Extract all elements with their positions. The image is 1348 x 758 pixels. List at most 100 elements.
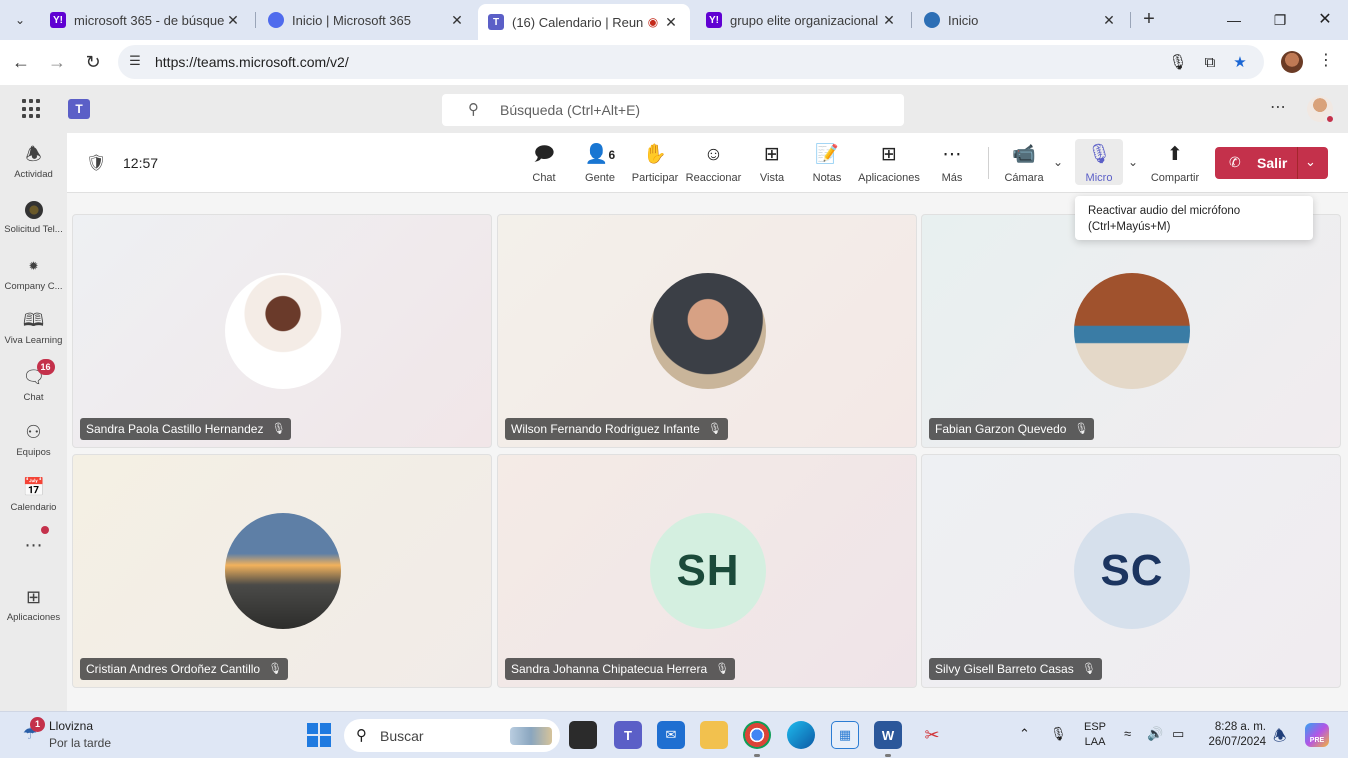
reload-icon[interactable]: ↻: [81, 50, 105, 74]
outlook-calendar-icon[interactable]: ▦: [831, 721, 859, 749]
omnibox[interactable]: ☰ https://teams.microsoft.com/v2/ 🎙 ⧉ ★: [118, 45, 1264, 79]
input-language-indicator[interactable]: ESP LAA: [1084, 720, 1106, 750]
chat-button[interactable]: 🗩 Chat: [516, 143, 572, 184]
task-view-icon[interactable]: [569, 721, 597, 749]
browser-tab-5[interactable]: Inicio ✕: [914, 4, 1128, 36]
word-icon[interactable]: W: [874, 721, 902, 749]
close-window-icon[interactable]: ✕: [1313, 8, 1337, 32]
raise-hand-button[interactable]: ✋ Participar: [627, 143, 683, 184]
battery-icon[interactable]: ▭: [1172, 726, 1184, 742]
file-explorer-icon[interactable]: [700, 721, 728, 749]
mic-muted-icon: 🎙: [268, 663, 283, 675]
forward-icon[interactable]: →: [45, 50, 69, 74]
mail-icon[interactable]: ✉: [657, 721, 685, 749]
view-button[interactable]: ⊞ Vista: [744, 143, 800, 184]
rail-more-apps[interactable]: ⋯: [0, 534, 67, 556]
windows-taskbar: ☂ 1 Llovizna Por la tarde ⚲ Buscar T ✉ ▦…: [0, 711, 1348, 758]
participant-tile[interactable]: SH Sandra Johanna Chipatecua Herrera 🎙: [497, 454, 917, 688]
rail-item-teams[interactable]: ⚇ Equipos: [0, 421, 67, 458]
browser-menu-icon[interactable]: ⋮: [1316, 50, 1336, 74]
busy-status-icon: [1325, 114, 1335, 124]
profile-avatar[interactable]: [1281, 51, 1303, 73]
ellipsis-icon: ⋯: [942, 144, 962, 165]
more-options-icon[interactable]: ⋯: [1270, 97, 1286, 117]
notifications-bell-icon[interactable]: 🕭: [1273, 726, 1286, 751]
grid-view-icon: ⊞: [764, 144, 780, 165]
tab-close-icon[interactable]: ✕: [448, 12, 466, 29]
windows-start-icon[interactable]: [307, 723, 331, 747]
tab-close-icon[interactable]: ✕: [880, 12, 898, 29]
weather-title[interactable]: Llovizna: [49, 719, 93, 733]
user-avatar[interactable]: [1307, 96, 1335, 124]
rail-item-viva-learning[interactable]: 🕮 Viva Learning: [0, 309, 67, 346]
tab-close-icon[interactable]: ✕: [662, 14, 680, 31]
rail-item-activity[interactable]: 🕭 Actividad: [0, 143, 67, 180]
restore-icon[interactable]: ❐: [1268, 8, 1292, 32]
url-text[interactable]: https://teams.microsoft.com/v2/: [155, 54, 349, 70]
notes-icon: 📝: [815, 144, 839, 165]
show-hidden-icons-chevron[interactable]: ⌃: [1019, 726, 1030, 742]
more-apps-icon: ⋯: [24, 535, 43, 555]
teams-taskbar-icon[interactable]: T: [614, 721, 642, 749]
minimize-icon[interactable]: —: [1222, 8, 1246, 32]
teams-header: T ⚲ Búsqueda (Ctrl+Alt+E) ⋯: [0, 85, 1348, 133]
weather-subtitle[interactable]: Por la tarde: [49, 736, 111, 750]
volume-icon[interactable]: 🔊: [1147, 726, 1163, 742]
bell-icon: 🕭: [25, 144, 42, 164]
search-highlight-image: [510, 727, 552, 745]
participant-photo: [650, 273, 766, 389]
camera-options-chevron-icon[interactable]: ⌄: [1053, 155, 1063, 169]
people-button[interactable]: 👤6 Gente: [572, 143, 628, 184]
browser-tab-1[interactable]: Y! microsoft 365 - de búsqueda ✕: [40, 4, 252, 36]
new-tab-icon[interactable]: +: [1137, 8, 1161, 32]
more-button[interactable]: ⋯ Más: [924, 143, 980, 184]
notes-button[interactable]: 📝 Notas: [799, 143, 855, 184]
site-settings-icon[interactable]: ☰: [126, 53, 144, 71]
browser-tab-2[interactable]: Inicio | Microsoft 365 ✕: [258, 4, 476, 36]
shield-icon: 🛡: [86, 155, 107, 172]
leave-options-chevron-icon[interactable]: ⌄: [1305, 154, 1316, 170]
camera-button[interactable]: 📹 Cámara: [996, 143, 1052, 184]
copilot-taskbar-icon[interactable]: PRE: [1305, 723, 1329, 747]
mic-muted-icon: 🎙: [1081, 663, 1096, 675]
snipping-tool-icon[interactable]: ✂: [918, 721, 946, 749]
share-button[interactable]: ⬆ Compartir: [1148, 143, 1202, 184]
app-launcher-icon[interactable]: [22, 99, 42, 119]
tab-search-chevron-icon[interactable]: ⌄: [8, 8, 32, 32]
participant-photo: [225, 513, 341, 629]
rail-item-solicitud[interactable]: Solicitud Tel...: [0, 198, 67, 235]
leave-divider: [1297, 147, 1298, 179]
taskbar-clock[interactable]: 8:28 a. m. 26/07/2024: [1202, 720, 1266, 750]
leave-button[interactable]: ✆ Salir ⌄: [1215, 147, 1328, 179]
participant-tile[interactable]: Fabian Garzon Quevedo 🎙: [921, 214, 1341, 448]
mic-button[interactable]: 🎙 Micro: [1075, 139, 1123, 185]
tab-close-icon[interactable]: ✕: [1100, 12, 1118, 29]
install-app-icon[interactable]: ⧉: [1200, 53, 1220, 73]
participant-tile[interactable]: Sandra Paola Castillo Hernandez 🎙: [72, 214, 492, 448]
apps-button[interactable]: ⊞ Aplicaciones: [857, 143, 921, 184]
participant-tile[interactable]: SC Silvy Gisell Barreto Casas 🎙: [921, 454, 1341, 688]
taskbar-search-input[interactable]: ⚲ Buscar: [344, 719, 560, 752]
browser-tab-3[interactable]: T (16) Calendario | Reunión ◉ ✕: [478, 4, 690, 40]
chrome-icon[interactable]: [743, 721, 771, 749]
wifi-icon[interactable]: ≈: [1124, 726, 1131, 741]
microphone-icon[interactable]: 🎙: [1168, 53, 1188, 73]
browser-tab-4[interactable]: Y! grupo elite organizacional - ✕: [696, 4, 908, 36]
teams-search-input[interactable]: ⚲ Búsqueda (Ctrl+Alt+E): [442, 94, 904, 126]
mic-options-chevron-icon[interactable]: ⌄: [1128, 155, 1138, 169]
rail-item-company[interactable]: ✹ Company C...: [0, 255, 67, 292]
participant-tile[interactable]: Wilson Fernando Rodriguez Infante 🎙: [497, 214, 917, 448]
react-button[interactable]: ☺ Reaccionar: [685, 143, 742, 184]
camera-off-icon: 📹: [1012, 144, 1036, 165]
edge-icon[interactable]: [787, 721, 815, 749]
microphone-tray-icon[interactable]: 🎙: [1050, 726, 1067, 742]
rail-item-calendar[interactable]: 📅 Calendario: [0, 476, 67, 513]
recording-icon: ◉: [647, 15, 659, 29]
rail-item-apps[interactable]: ⊞ Aplicaciones: [0, 586, 67, 623]
app-icon: [23, 198, 45, 220]
back-icon[interactable]: ←: [9, 50, 33, 74]
bookmark-star-icon[interactable]: ★: [1230, 53, 1250, 73]
tab-close-icon[interactable]: ✕: [224, 12, 242, 29]
participant-tile[interactable]: Cristian Andres Ordoñez Cantillo 🎙: [72, 454, 492, 688]
rail-item-chat[interactable]: 🗨 16 Chat: [0, 359, 67, 403]
